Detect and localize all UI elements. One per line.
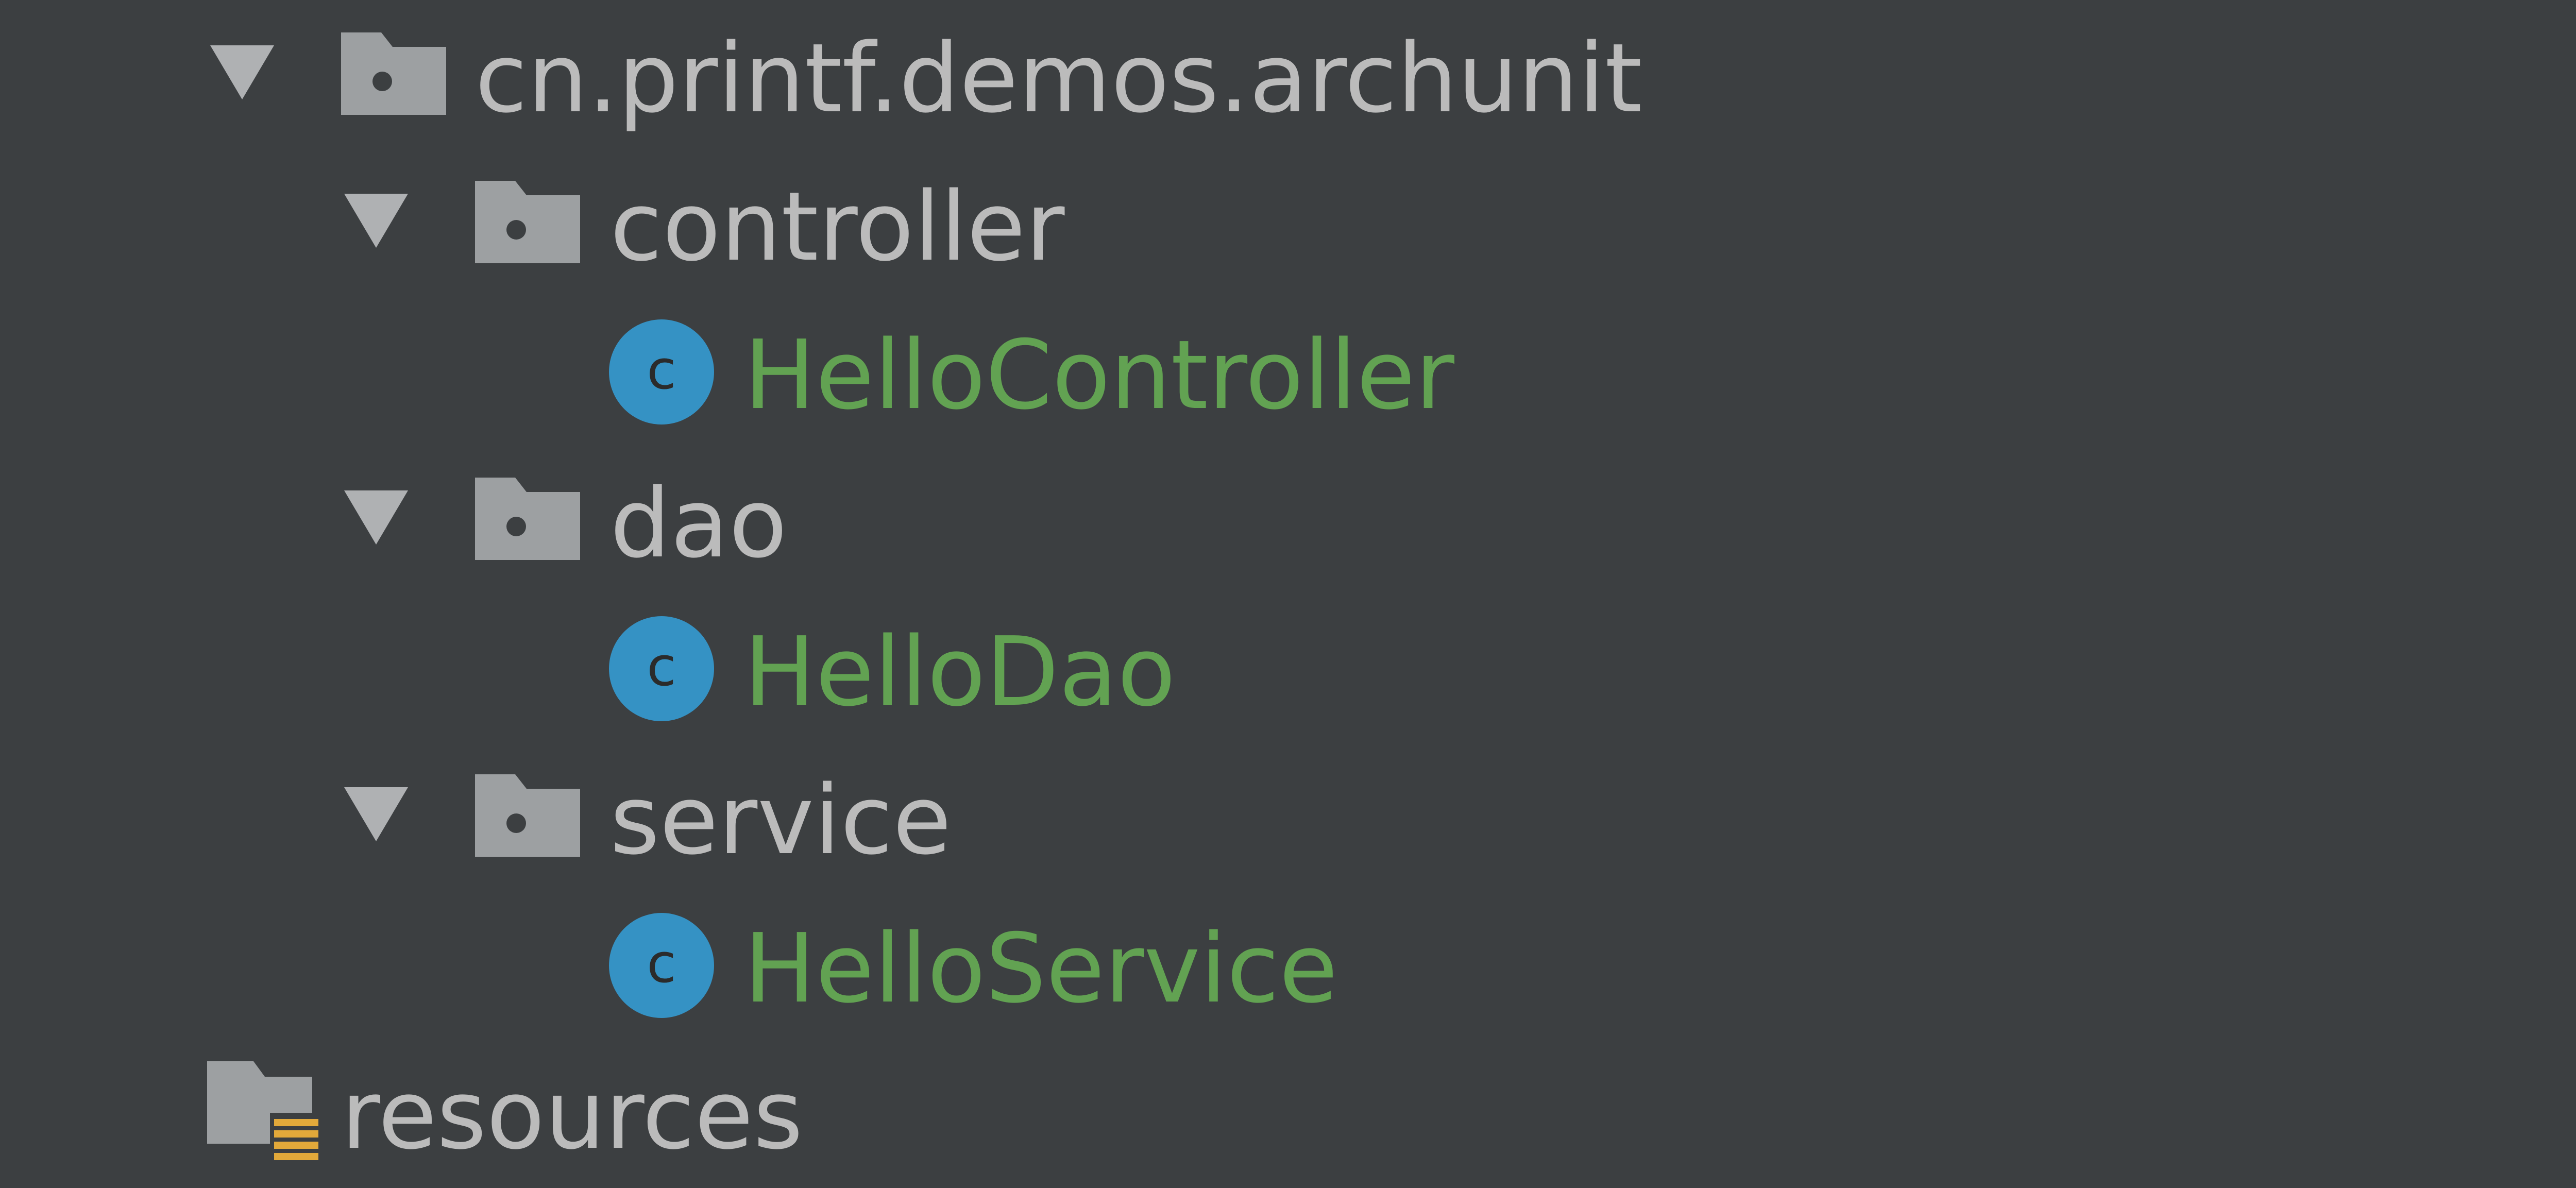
expand-arrow-icon[interactable] [210,45,274,99]
tree-node-package-controller[interactable]: controller [0,152,2576,301]
tree-node-package-service[interactable]: service [0,746,2576,894]
expand-arrow-icon[interactable] [344,194,408,248]
svg-text:c: c [647,338,676,401]
package-folder-icon [475,478,580,560]
tree-node-package-dao[interactable]: dao [0,449,2576,598]
tree-node-class-hellodao[interactable]: c HelloDao [0,598,2576,746]
class-label-helloservice: HelloService [744,913,1338,1024]
expand-arrow-icon[interactable] [344,787,408,841]
tree-node-class-hellocontroller[interactable]: c HelloController [0,301,2576,449]
class-label-hellodao: HelloDao [744,616,1176,727]
class-icon: c [609,616,714,721]
expand-arrow-icon[interactable] [344,490,408,545]
resources-label: resources [341,1059,803,1170]
svg-text:c: c [647,932,676,995]
package-folder-icon [341,32,446,115]
resources-folder-icon [207,1061,321,1163]
tree-node-resources[interactable]: resources [0,1041,2576,1188]
root-package-label: cn.printf.demos.archunit [475,23,1642,134]
package-label-service: service [610,765,952,876]
tree-node-root-package[interactable]: cn.printf.demos.archunit [0,4,2576,152]
package-label-dao: dao [610,468,787,579]
class-icon: c [609,913,714,1018]
svg-text:c: c [647,635,676,698]
class-icon: c [609,319,714,425]
project-tree: cn.printf.demos.archunit controller c He… [0,0,2576,1188]
class-label-hellocontroller: HelloController [744,319,1454,431]
package-folder-icon [475,774,580,857]
package-label-controller: controller [610,171,1065,282]
package-folder-icon [475,181,580,263]
tree-node-class-helloservice[interactable]: c HelloService [0,894,2576,1043]
